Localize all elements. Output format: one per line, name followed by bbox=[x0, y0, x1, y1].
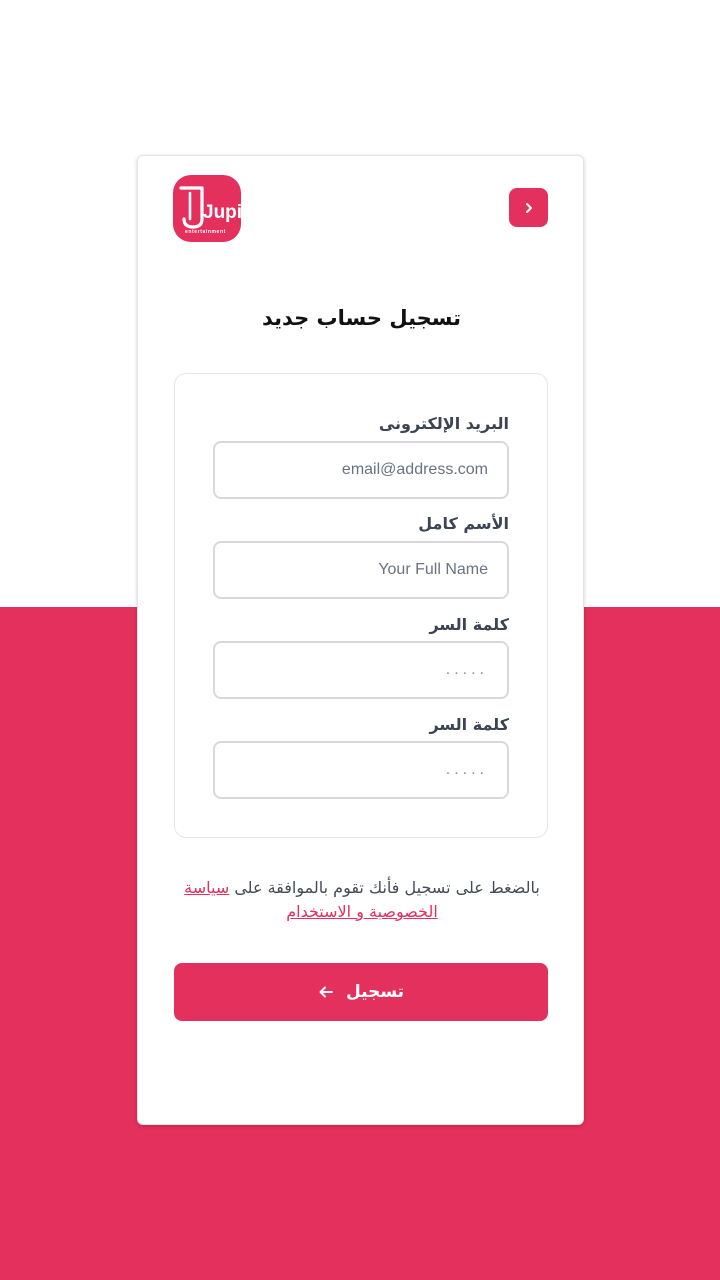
email-field[interactable] bbox=[213, 441, 509, 499]
terms-statement: بالضغط على تسجيل فأنك تقوم بالموافقة على bbox=[234, 878, 540, 897]
full-name-field[interactable] bbox=[213, 541, 509, 599]
full-name-label: الأسم كامل bbox=[418, 514, 509, 533]
logo-wordmark: Jupi bbox=[203, 202, 241, 223]
terms-text: بالضغط على تسجيل فأنك تقوم بالموافقة على… bbox=[168, 876, 556, 924]
jupi-logo-mark: Jupi entertainment bbox=[179, 186, 241, 235]
chevron-right-icon bbox=[525, 202, 532, 213]
back-button[interactable] bbox=[509, 188, 548, 227]
signup-card: Jupi entertainment تسجيل حساب جديد البري… bbox=[137, 155, 584, 1125]
signup-button[interactable]: تسجيل bbox=[174, 963, 548, 1021]
signup-form: البريد الإلكترونى الأسم كامل كلمة السر ك… bbox=[174, 373, 548, 838]
password-confirm-field[interactable] bbox=[213, 741, 509, 799]
arrow-left-icon bbox=[319, 986, 333, 998]
signup-button-label: تسجيل bbox=[345, 982, 405, 1002]
email-label: البريد الإلكترونى bbox=[378, 414, 509, 433]
logo-subtext: entertainment bbox=[185, 229, 226, 235]
password-label: كلمة السر bbox=[429, 615, 509, 634]
password-confirm-label: كلمة السر bbox=[429, 715, 509, 734]
password-field[interactable] bbox=[213, 641, 509, 699]
page-title: تسجيل حساب جديد bbox=[261, 306, 462, 330]
jupi-logo: Jupi entertainment bbox=[173, 175, 241, 242]
